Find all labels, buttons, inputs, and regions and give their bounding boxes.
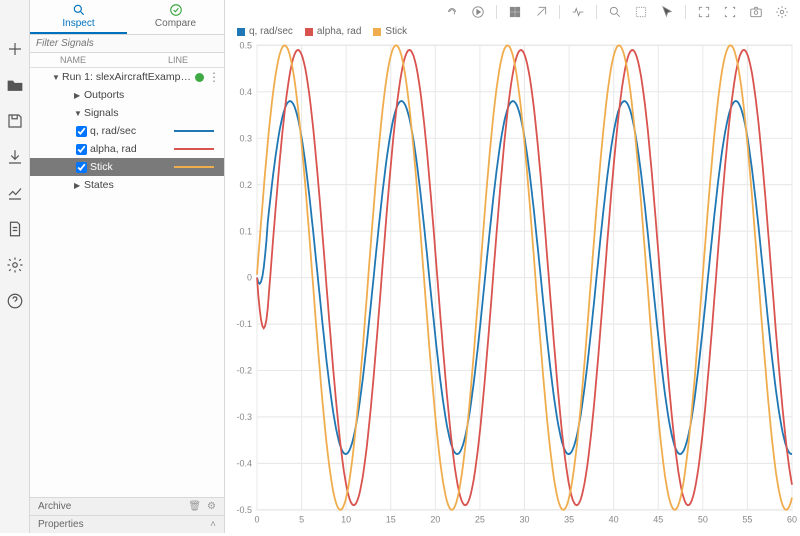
legend-swatch-q: [237, 28, 245, 36]
svg-text:60: 60: [787, 514, 797, 524]
svg-text:-0.4: -0.4: [237, 458, 252, 468]
export-icon[interactable]: [4, 182, 26, 204]
svg-text:45: 45: [653, 514, 663, 524]
svg-text:0.3: 0.3: [239, 133, 252, 143]
col-name: NAME: [60, 55, 168, 65]
tree-states-row[interactable]: ▶ States: [30, 176, 224, 194]
tab-compare[interactable]: Compare: [127, 0, 224, 34]
more-icon[interactable]: ⋮: [208, 73, 220, 82]
tree-run-row[interactable]: ▼ Run 1: slexAircraftExample[Current] ⋮: [30, 68, 224, 86]
properties-label: Properties: [38, 519, 84, 530]
signal-type-icon[interactable]: [570, 4, 586, 20]
svg-text:25: 25: [475, 514, 485, 524]
svg-text:35: 35: [564, 514, 574, 524]
tree-signal-alpha[interactable]: alpha, rad: [30, 140, 224, 158]
plot-toolbar: [225, 0, 800, 24]
archive-label: Archive: [38, 501, 71, 512]
gear-icon[interactable]: [4, 254, 26, 276]
col-line: LINE: [168, 55, 216, 65]
left-icon-rail: [0, 0, 30, 533]
folder-icon[interactable]: [4, 74, 26, 96]
svg-text:0.4: 0.4: [239, 87, 252, 97]
checkbox-alpha[interactable]: [76, 144, 87, 155]
legend: q, rad/sec alpha, rad Stick: [225, 24, 800, 39]
signals-label: Signals: [84, 107, 220, 119]
svg-text:0.2: 0.2: [239, 180, 252, 190]
legend-label-stick: Stick: [385, 26, 407, 37]
document-icon[interactable]: [4, 218, 26, 240]
svg-text:0.1: 0.1: [239, 226, 252, 236]
settings-icon[interactable]: [774, 4, 790, 20]
tree-signals-row[interactable]: ▼ Signals: [30, 104, 224, 122]
svg-text:-0.1: -0.1: [237, 319, 252, 329]
snapshot-icon[interactable]: [748, 4, 764, 20]
legend-swatch-alpha: [305, 28, 313, 36]
filter-signals-input[interactable]: [30, 35, 224, 52]
svg-text:-0.3: -0.3: [237, 412, 252, 422]
play-icon[interactable]: [470, 4, 486, 20]
svg-text:-0.5: -0.5: [237, 505, 252, 515]
filter-row: [30, 34, 224, 53]
help-icon[interactable]: [4, 290, 26, 312]
tab-label: Compare: [155, 18, 196, 29]
checkbox-stick[interactable]: [76, 162, 87, 173]
fullscreen-icon[interactable]: [722, 4, 738, 20]
status-dot-icon: [195, 73, 204, 82]
signal-tree: ▼ Run 1: slexAircraftExample[Current] ⋮ …: [30, 68, 224, 497]
line-swatch-alpha: [174, 148, 214, 150]
svg-text:20: 20: [430, 514, 440, 524]
cursor-icon[interactable]: [659, 4, 675, 20]
tab-label: Inspect: [62, 18, 94, 29]
save-icon[interactable]: [4, 110, 26, 132]
import-icon[interactable]: [4, 146, 26, 168]
svg-text:50: 50: [698, 514, 708, 524]
svg-text:10: 10: [341, 514, 351, 524]
archive-section[interactable]: Archive 🗑 ⚙: [30, 497, 224, 515]
stick-label: Stick: [90, 161, 174, 173]
svg-text:40: 40: [609, 514, 619, 524]
outports-label: Outports: [84, 89, 220, 101]
zoom-icon[interactable]: [607, 4, 623, 20]
chevron-up-icon: ˄: [210, 519, 216, 530]
svg-text:30: 30: [519, 514, 529, 524]
signal-panel: Inspect Compare NAME LINE ▼ Run 1: slexA…: [30, 0, 225, 533]
svg-text:55: 55: [742, 514, 752, 524]
line-swatch-stick: [174, 166, 214, 168]
svg-text:0.5: 0.5: [239, 40, 252, 50]
plus-icon[interactable]: [4, 38, 26, 60]
properties-section[interactable]: Properties ˄: [30, 515, 224, 533]
chart[interactable]: 0 5 10 15 20 25 30 35 40 45 50 55 60 -0.5 -0.4 -0.3 -0.2…: [225, 39, 800, 533]
legend-swatch-stick: [373, 28, 381, 36]
fingerprint-icon[interactable]: [444, 4, 460, 20]
q-label: q, rad/sec: [90, 125, 174, 137]
tree-signal-stick[interactable]: Stick: [30, 158, 224, 176]
trash-icon[interactable]: 🗑: [188, 501, 201, 512]
gear-small-icon[interactable]: ⚙: [207, 501, 216, 512]
line-swatch-q: [174, 130, 214, 132]
tree-signal-q[interactable]: q, rad/sec: [30, 122, 224, 140]
states-label: States: [84, 179, 220, 191]
expand-icon[interactable]: [696, 4, 712, 20]
plot-area: q, rad/sec alpha, rad Stick 0 5 10 15 20 25 30…: [225, 0, 800, 533]
clear-icon[interactable]: [533, 4, 549, 20]
alpha-label: alpha, rad: [90, 143, 174, 155]
column-header: NAME LINE: [30, 53, 224, 68]
checkbox-q[interactable]: [76, 126, 87, 137]
svg-text:-0.2: -0.2: [237, 365, 252, 375]
svg-text:15: 15: [386, 514, 396, 524]
svg-text:0: 0: [254, 514, 259, 524]
run-label: Run 1: slexAircraftExample[Current]: [62, 71, 191, 83]
tree-outports-row[interactable]: ▶ Outports: [30, 86, 224, 104]
svg-text:5: 5: [299, 514, 304, 524]
tab-inspect[interactable]: Inspect: [30, 0, 127, 34]
legend-label-alpha: alpha, rad: [317, 26, 361, 37]
grid-layout-icon[interactable]: [507, 4, 523, 20]
legend-label-q: q, rad/sec: [249, 26, 293, 37]
fit-icon[interactable]: [633, 4, 649, 20]
svg-text:0: 0: [247, 273, 252, 283]
